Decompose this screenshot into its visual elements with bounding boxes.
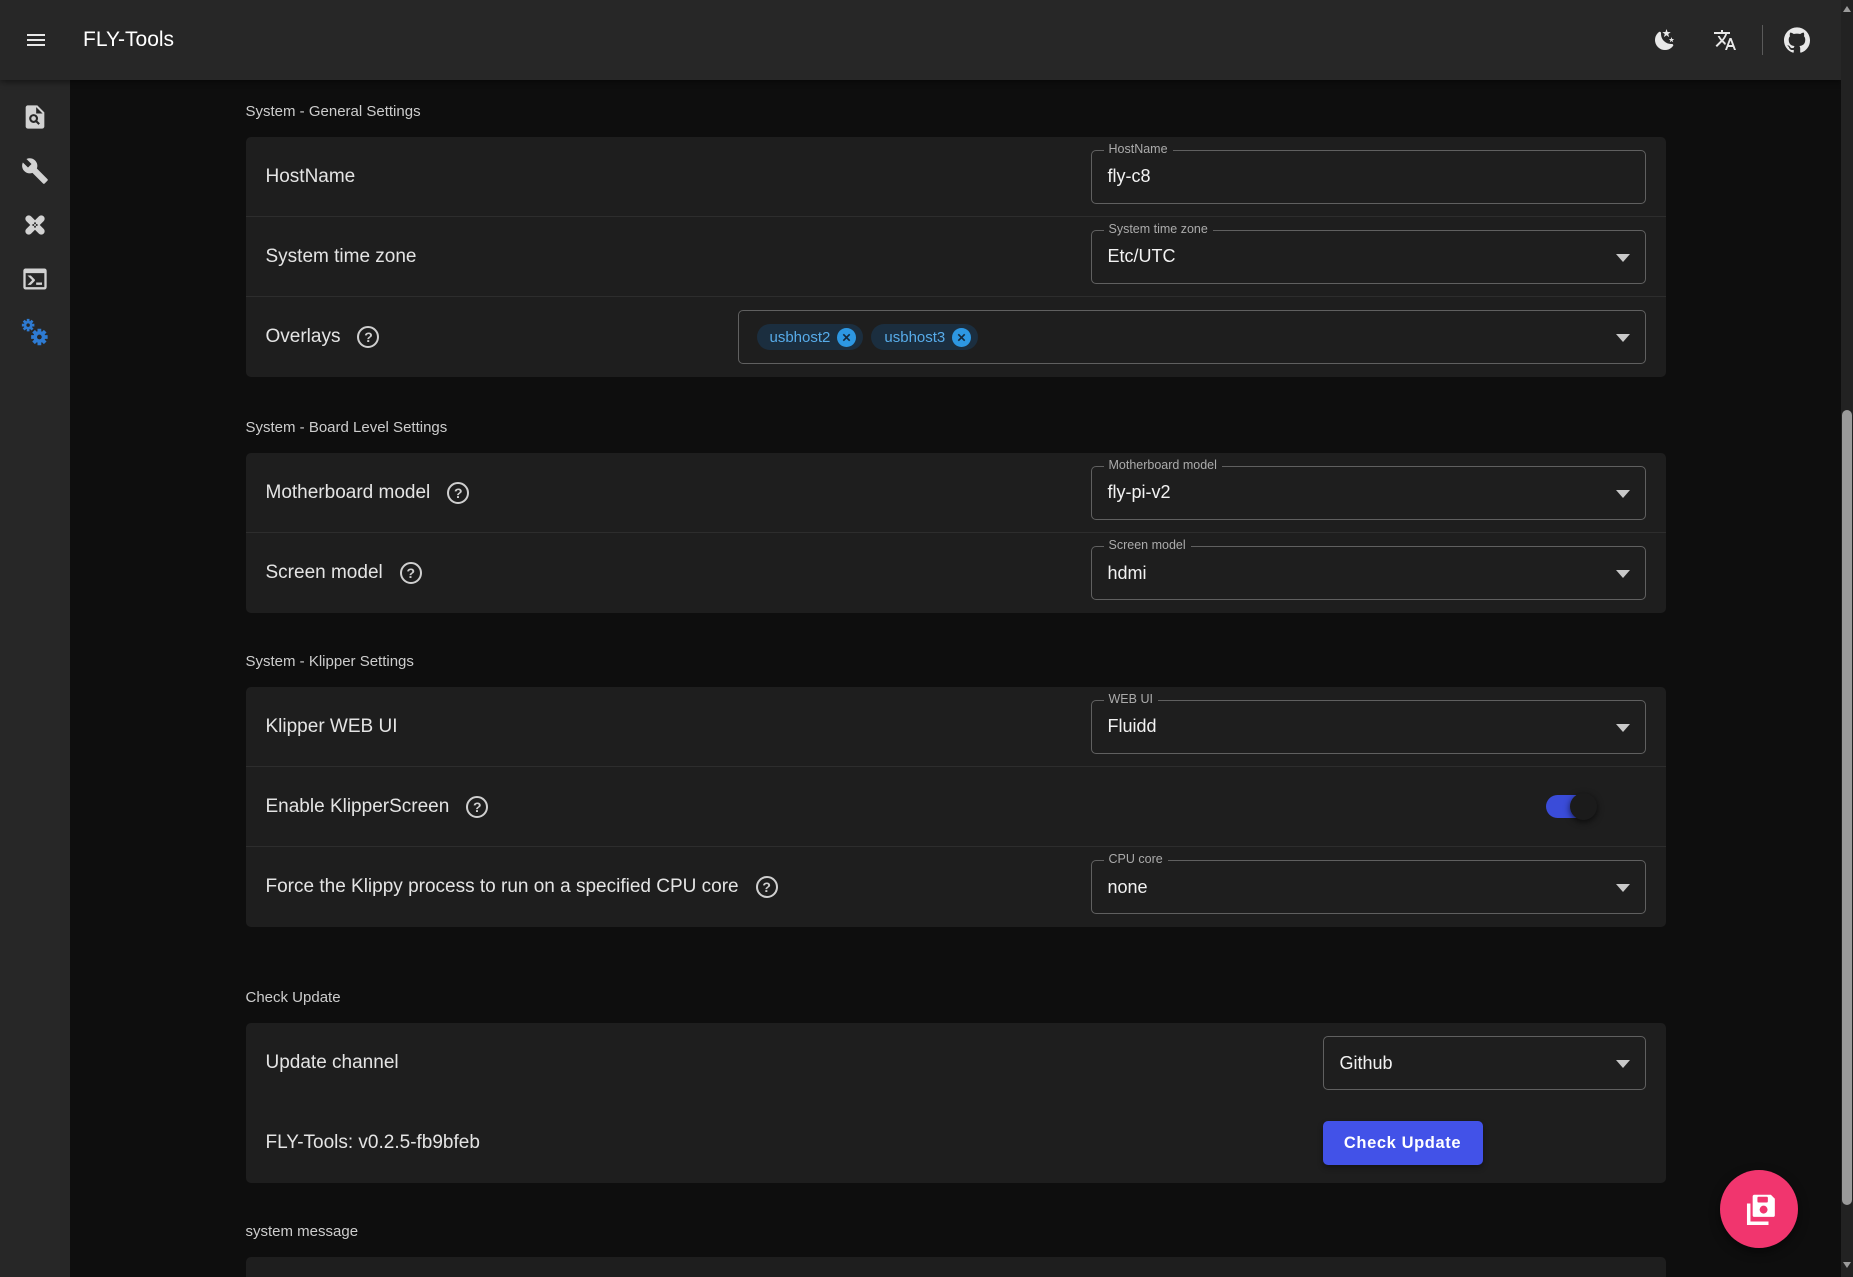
row-timezone: System time zone System time zone Etc/UT… [246,217,1666,297]
chevron-down-icon [1616,334,1630,342]
timezone-select[interactable]: System time zone Etc/UTC [1091,230,1646,284]
card-board-settings: Motherboard model ? Motherboard model fl… [246,453,1666,613]
row-label: Screen model [266,562,383,584]
sidebar-item-wrench-icon[interactable] [21,157,49,185]
web-ui-select[interactable]: WEB UI Fluidd [1091,700,1646,754]
card-system-message [246,1257,1666,1277]
help-icon[interactable]: ? [756,876,778,898]
row-label: Klipper WEB UI [266,716,398,738]
chip-label: usbhost3 [884,329,945,346]
row-version: FLY-Tools: v0.2.5-fb9bfeb Check Update [246,1103,1666,1183]
help-icon[interactable]: ? [466,796,488,818]
chevron-down-icon [1616,724,1630,732]
app-bar: FLY-Tools [0,0,1841,80]
section-title-general: System - General Settings [246,102,1666,122]
field-value: fly-c8 [1108,166,1151,187]
sidebar-item-settings-cogs-icon[interactable] [20,317,50,347]
row-label: Update channel [266,1052,399,1074]
row-screen-model: Screen model ? Screen model hdmi [246,533,1666,613]
chevron-down-icon [1616,254,1630,262]
field-value: Etc/UTC [1108,246,1176,267]
row-update-channel: Update channel Github [246,1023,1666,1103]
dark-mode-icon[interactable] [1653,28,1677,52]
row-label: HostName [266,166,356,188]
field-value: Fluidd [1108,716,1157,737]
chevron-down-icon [1616,490,1630,498]
update-channel-select[interactable]: Github [1323,1036,1646,1090]
field-label: CPU core [1104,852,1168,866]
appbar-divider [1762,25,1763,55]
row-motherboard: Motherboard model ? Motherboard model fl… [246,453,1666,533]
row-label: Force the Klippy process to run on a spe… [266,876,739,898]
row-label: Enable KlipperScreen [266,796,450,818]
menu-icon[interactable] [24,28,48,52]
help-icon[interactable]: ? [447,482,469,504]
overlays-select[interactable]: usbhost2 usbhost3 [738,310,1646,364]
section-title-check-update: Check Update [246,988,1666,1008]
field-value: Github [1340,1053,1393,1074]
row-klipperscreen: Enable KlipperScreen ? [246,767,1666,847]
card-klipper-settings: Klipper WEB UI WEB UI Fluidd Enable Klip… [246,687,1666,927]
sidebar [0,80,70,1277]
switch-thumb [1570,793,1597,820]
row-hostname: HostName HostName fly-c8 [246,137,1666,217]
cpu-core-select[interactable]: CPU core none [1091,860,1646,914]
github-icon[interactable] [1784,27,1810,53]
scrollbar-thumb[interactable] [1842,410,1852,1205]
check-update-button[interactable]: Check Update [1323,1121,1483,1165]
chip-close-icon[interactable] [837,328,856,347]
row-label: System time zone [266,246,417,268]
app-title: FLY-Tools [83,0,174,80]
section-title-system-message: system message [246,1222,1666,1242]
hostname-input[interactable]: HostName fly-c8 [1091,150,1646,204]
scrollbar[interactable] [1841,0,1853,1277]
row-overlays: Overlays ? usbhost2 usbhost3 [246,297,1666,377]
field-label: Screen model [1104,538,1191,552]
content-save-all-icon [1740,1190,1778,1228]
motherboard-select[interactable]: Motherboard model fly-pi-v2 [1091,466,1646,520]
chevron-down-icon [1616,570,1630,578]
sidebar-item-bandage-icon[interactable] [21,211,49,239]
klipperscreen-switch[interactable] [1546,793,1596,820]
field-value: none [1108,877,1148,898]
field-value: hdmi [1108,563,1147,584]
chevron-down-icon [1616,884,1630,892]
section-title-klipper: System - Klipper Settings [246,652,1666,672]
help-icon[interactable]: ? [400,562,422,584]
screen-model-select[interactable]: Screen model hdmi [1091,546,1646,600]
chevron-down-icon [1616,1060,1630,1068]
field-label: WEB UI [1104,692,1158,706]
chip-usbhost2[interactable]: usbhost2 [757,324,864,350]
translate-icon[interactable] [1713,28,1737,52]
save-all-fab[interactable] [1720,1170,1798,1248]
row-web-ui: Klipper WEB UI WEB UI Fluidd [246,687,1666,767]
scrollbar-up-arrow[interactable] [1843,6,1851,12]
version-text: FLY-Tools: v0.2.5-fb9bfeb [266,1132,480,1154]
chip-label: usbhost2 [770,329,831,346]
section-title-board: System - Board Level Settings [246,418,1666,438]
field-label: System time zone [1104,222,1213,236]
scrollbar-down-arrow[interactable] [1843,1262,1851,1268]
card-general-settings: HostName HostName fly-c8 System time zon… [246,137,1666,377]
chip-close-icon[interactable] [952,328,971,347]
row-label: Motherboard model [266,482,431,504]
main-content: System - General Settings HostName HostN… [70,80,1841,1277]
row-label: Overlays [266,326,341,348]
card-check-update: Update channel Github FLY-Tools: v0.2.5-… [246,1023,1666,1183]
help-icon[interactable]: ? [357,326,379,348]
sidebar-item-terminal-icon[interactable] [21,265,49,293]
field-label: Motherboard model [1104,458,1222,472]
field-label: HostName [1104,142,1173,156]
chip-usbhost3[interactable]: usbhost3 [871,324,978,350]
sidebar-item-file-search-icon[interactable] [21,103,49,131]
row-cpu-core: Force the Klippy process to run on a spe… [246,847,1666,927]
field-value: fly-pi-v2 [1108,482,1171,503]
